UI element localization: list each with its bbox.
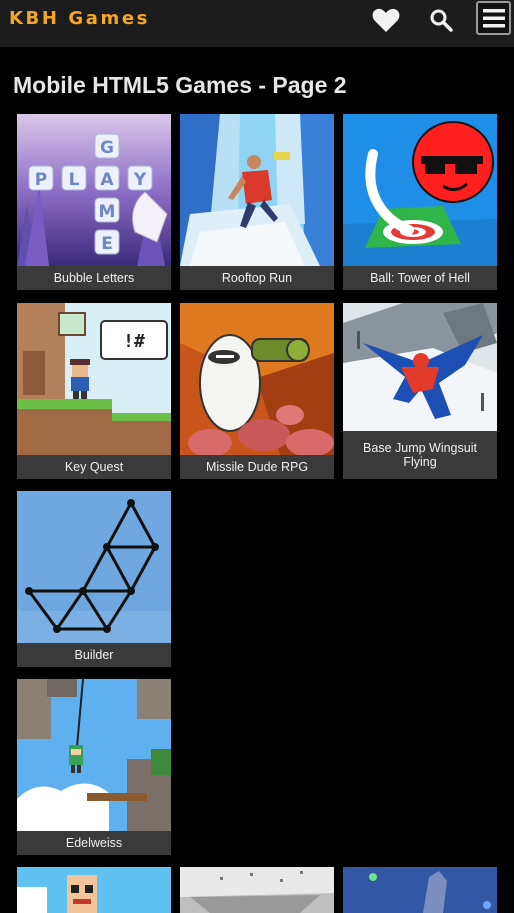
- game-title: Key Quest: [64, 460, 124, 474]
- game-thumbnail: [343, 303, 497, 431]
- letter-tile: G: [100, 138, 114, 158]
- menu-icon: [482, 9, 505, 28]
- heart-icon: [372, 8, 400, 32]
- search-button[interactable]: [426, 5, 456, 35]
- search-icon: [430, 9, 453, 32]
- game-title: Bubble Letters: [53, 271, 135, 285]
- game-tile-missile-dude-rpg[interactable]: Missile Dude RPG: [180, 303, 334, 479]
- game-tile[interactable]: [343, 867, 497, 913]
- game-thumbnail: [180, 867, 334, 913]
- top-bar: KBH Games: [0, 0, 514, 47]
- letter-tile: E: [101, 234, 113, 254]
- letter-tile: L: [69, 170, 80, 190]
- game-title: Builder: [74, 648, 114, 662]
- game-title: Ball: Tower of Hell: [370, 271, 470, 285]
- game-thumbnail: [180, 114, 334, 266]
- letter-tile: P: [35, 170, 47, 190]
- letter-tile: Y: [133, 170, 147, 190]
- game-thumbnail: [17, 491, 171, 643]
- game-tile-rooftop-run[interactable]: Rooftop Run: [180, 114, 334, 290]
- game-thumbnail: G P L A Y M E: [17, 114, 171, 266]
- game-title: Base Jump Wingsuit Flying: [363, 441, 477, 469]
- game-tile[interactable]: [17, 867, 171, 913]
- game-title: Missile Dude RPG: [205, 460, 309, 474]
- game-tile-key-quest[interactable]: !# Key Quest: [17, 303, 171, 479]
- game-thumbnail: [343, 867, 497, 913]
- game-tile-builder[interactable]: Builder: [17, 491, 171, 667]
- game-title: Rooftop Run: [221, 271, 293, 285]
- game-thumbnail: [17, 867, 171, 913]
- game-thumbnail: [180, 303, 334, 455]
- game-thumbnail: [17, 679, 171, 831]
- game-tile-base-jump-wingsuit-flying[interactable]: Base Jump Wingsuit Flying: [343, 303, 497, 479]
- letter-tile: M: [99, 202, 116, 222]
- site-logo[interactable]: KBH Games: [9, 8, 150, 29]
- speech-bubble-text: !#: [123, 331, 145, 352]
- letter-tile: A: [100, 170, 114, 190]
- game-tile[interactable]: [180, 867, 334, 913]
- game-tile-edelweiss[interactable]: Edelweiss: [17, 679, 171, 855]
- menu-button[interactable]: [476, 1, 511, 35]
- page-title: Mobile HTML5 Games - Page 2: [13, 72, 347, 98]
- game-title: Edelweiss: [65, 836, 123, 850]
- game-tile-bubble-letters[interactable]: G P L A Y M E Bubble Letters: [17, 114, 171, 290]
- game-tile-ball-tower-of-hell[interactable]: Ball: Tower of Hell: [343, 114, 497, 290]
- game-thumbnail: [343, 114, 497, 266]
- favorites-button[interactable]: [370, 5, 402, 35]
- game-thumbnail: !#: [17, 303, 171, 455]
